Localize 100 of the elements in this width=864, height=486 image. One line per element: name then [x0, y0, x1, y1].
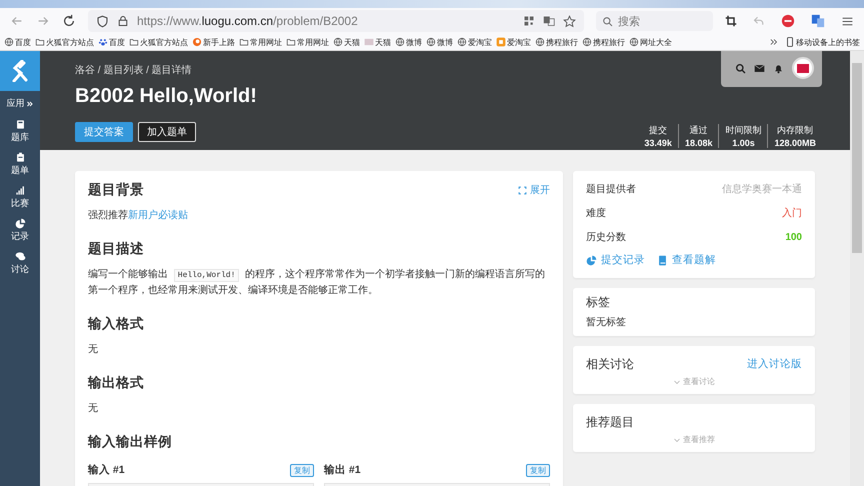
url-text: https://www.luogu.com.cn/problem/B2002	[137, 14, 358, 28]
address-bar[interactable]: https://www.luogu.com.cn/problem/B2002	[88, 10, 584, 32]
sidebar-item[interactable]: 讨论	[0, 247, 40, 280]
section-text: 无	[88, 343, 99, 357]
stat-value: 1.00s	[732, 138, 755, 148]
expand-icon	[518, 186, 527, 194]
book-icon	[14, 119, 26, 130]
info-label: 历史分数	[586, 230, 626, 244]
thumbnail-icon	[364, 37, 374, 47]
bookmark-item[interactable]: 常用网址	[239, 36, 282, 48]
stat-value: 18.08k	[684, 138, 712, 148]
card-title: 推荐题目	[586, 414, 634, 430]
bookmark-item[interactable]: 移动设备上的书签	[785, 36, 860, 48]
folder-icon	[286, 37, 296, 47]
globe-icon	[426, 37, 436, 47]
translate-icon	[543, 14, 555, 26]
menu-icon	[841, 14, 854, 28]
qr-code-icon	[523, 14, 535, 26]
section-heading: 输入输出样例	[88, 433, 173, 451]
sample-title: 输入 #1	[88, 463, 125, 477]
bookmark-item[interactable]: 火狐官方站点	[129, 36, 188, 48]
folder-icon	[129, 37, 139, 47]
search-icon	[735, 62, 746, 74]
undo-icon	[753, 15, 765, 27]
tags-text: 暂无标签	[586, 316, 627, 329]
sidebar-item[interactable]: 题库	[0, 115, 40, 148]
sidebar-item[interactable]: 比赛	[0, 181, 40, 214]
globe-icon	[4, 37, 14, 47]
card-title: 标签	[586, 294, 611, 311]
fire-icon	[192, 37, 202, 47]
globe-icon	[395, 37, 405, 47]
globe-icon	[457, 37, 467, 47]
back-icon	[10, 14, 24, 28]
shield-icon	[96, 14, 109, 28]
stat-label: 通过	[690, 124, 708, 137]
star-icon	[563, 14, 576, 28]
section-text: 编写一个能够输出 Hello,World! 的程序，这个程序常常作为一个初学者接触一门新的编程语言所写的第一个程序，也经常用来测试开发、编译环境是否能够正常工作。	[88, 268, 546, 298]
scrollbar[interactable]	[850, 51, 864, 486]
chat-icon	[14, 251, 26, 262]
translate-icon	[811, 14, 825, 28]
chevrons-icon	[769, 37, 779, 47]
stat-label: 时间限制	[725, 124, 762, 137]
stat-value: 33.49k	[644, 138, 672, 148]
bookmark-item[interactable]: 爱淘宝	[496, 36, 531, 48]
bookmark-item[interactable]: 网址大全	[629, 36, 672, 48]
bookmark-item[interactable]: 爱淘宝	[457, 36, 492, 48]
add-button[interactable]: 加入题单	[138, 122, 196, 142]
bookmark-item[interactable]: 常用网址	[286, 36, 329, 48]
bookmark-item[interactable]: 微博	[395, 36, 422, 48]
card-title: 相关讨论	[586, 356, 634, 372]
info-value: 100	[785, 232, 802, 242]
chevrons-icon	[26, 100, 34, 108]
bookmark-item[interactable]: 天猫	[364, 36, 391, 48]
clipboard-icon	[14, 152, 26, 163]
section-heading: 输出格式	[88, 374, 144, 392]
folder-icon	[35, 37, 45, 47]
globe-icon	[535, 37, 545, 47]
folder-icon	[239, 37, 249, 47]
ad-block-icon	[781, 14, 795, 28]
bookmark-item[interactable]: 天猫	[333, 36, 360, 48]
bookmark-item[interactable]: 新手上路	[192, 36, 235, 48]
pie-chart-icon	[14, 218, 26, 229]
lock-icon	[117, 15, 129, 27]
book-icon	[657, 254, 668, 266]
info-label: 难度	[586, 206, 606, 220]
sidebar-item[interactable]: 记录	[0, 214, 40, 247]
site-logo[interactable]	[0, 51, 40, 91]
pie-chart-icon	[586, 254, 597, 266]
info-value: 信息学奥赛一本通	[722, 182, 802, 196]
signal-bars-icon	[14, 185, 26, 196]
app-icon	[496, 37, 506, 47]
breadcrumb: 洛谷 / 题目列表 / 题目详情	[75, 64, 193, 77]
stat-label: 内存限制	[777, 124, 814, 137]
bookmark-item[interactable]: 携程旅行	[582, 36, 625, 48]
bookmark-item[interactable]: 携程旅行	[535, 36, 578, 48]
info-label: 题目提供者	[586, 182, 636, 196]
apps-menu[interactable]: 应用	[6, 97, 34, 110]
forward-icon	[36, 14, 50, 28]
bookmark-item[interactable]: 微博	[426, 36, 453, 48]
section-heading: 输入格式	[88, 315, 144, 333]
crop-icon	[725, 15, 737, 27]
mail-icon	[754, 62, 765, 74]
stat-value: 128.00MB	[774, 138, 816, 148]
section-text: 无	[88, 402, 99, 416]
sidebar-item[interactable]: 题单	[0, 148, 40, 181]
paw-icon	[98, 37, 108, 47]
info-value: 入门	[782, 206, 802, 220]
bookmark-item[interactable]: 百度	[98, 36, 125, 48]
avatar[interactable]	[792, 57, 814, 79]
bookmark-item[interactable]: 百度	[4, 36, 31, 48]
sample-title: 输出 #1	[324, 463, 361, 477]
mobile-icon	[785, 37, 795, 47]
bell-icon	[773, 62, 784, 74]
globe-icon	[582, 37, 592, 47]
bookmark-item[interactable]: 火狐官方站点	[35, 36, 94, 48]
section-heading: 题目描述	[88, 240, 144, 258]
globe-icon	[333, 37, 343, 47]
globe-icon	[629, 37, 639, 47]
search-field[interactable]: 搜索	[596, 11, 713, 31]
stat-label: 提交	[649, 124, 668, 137]
